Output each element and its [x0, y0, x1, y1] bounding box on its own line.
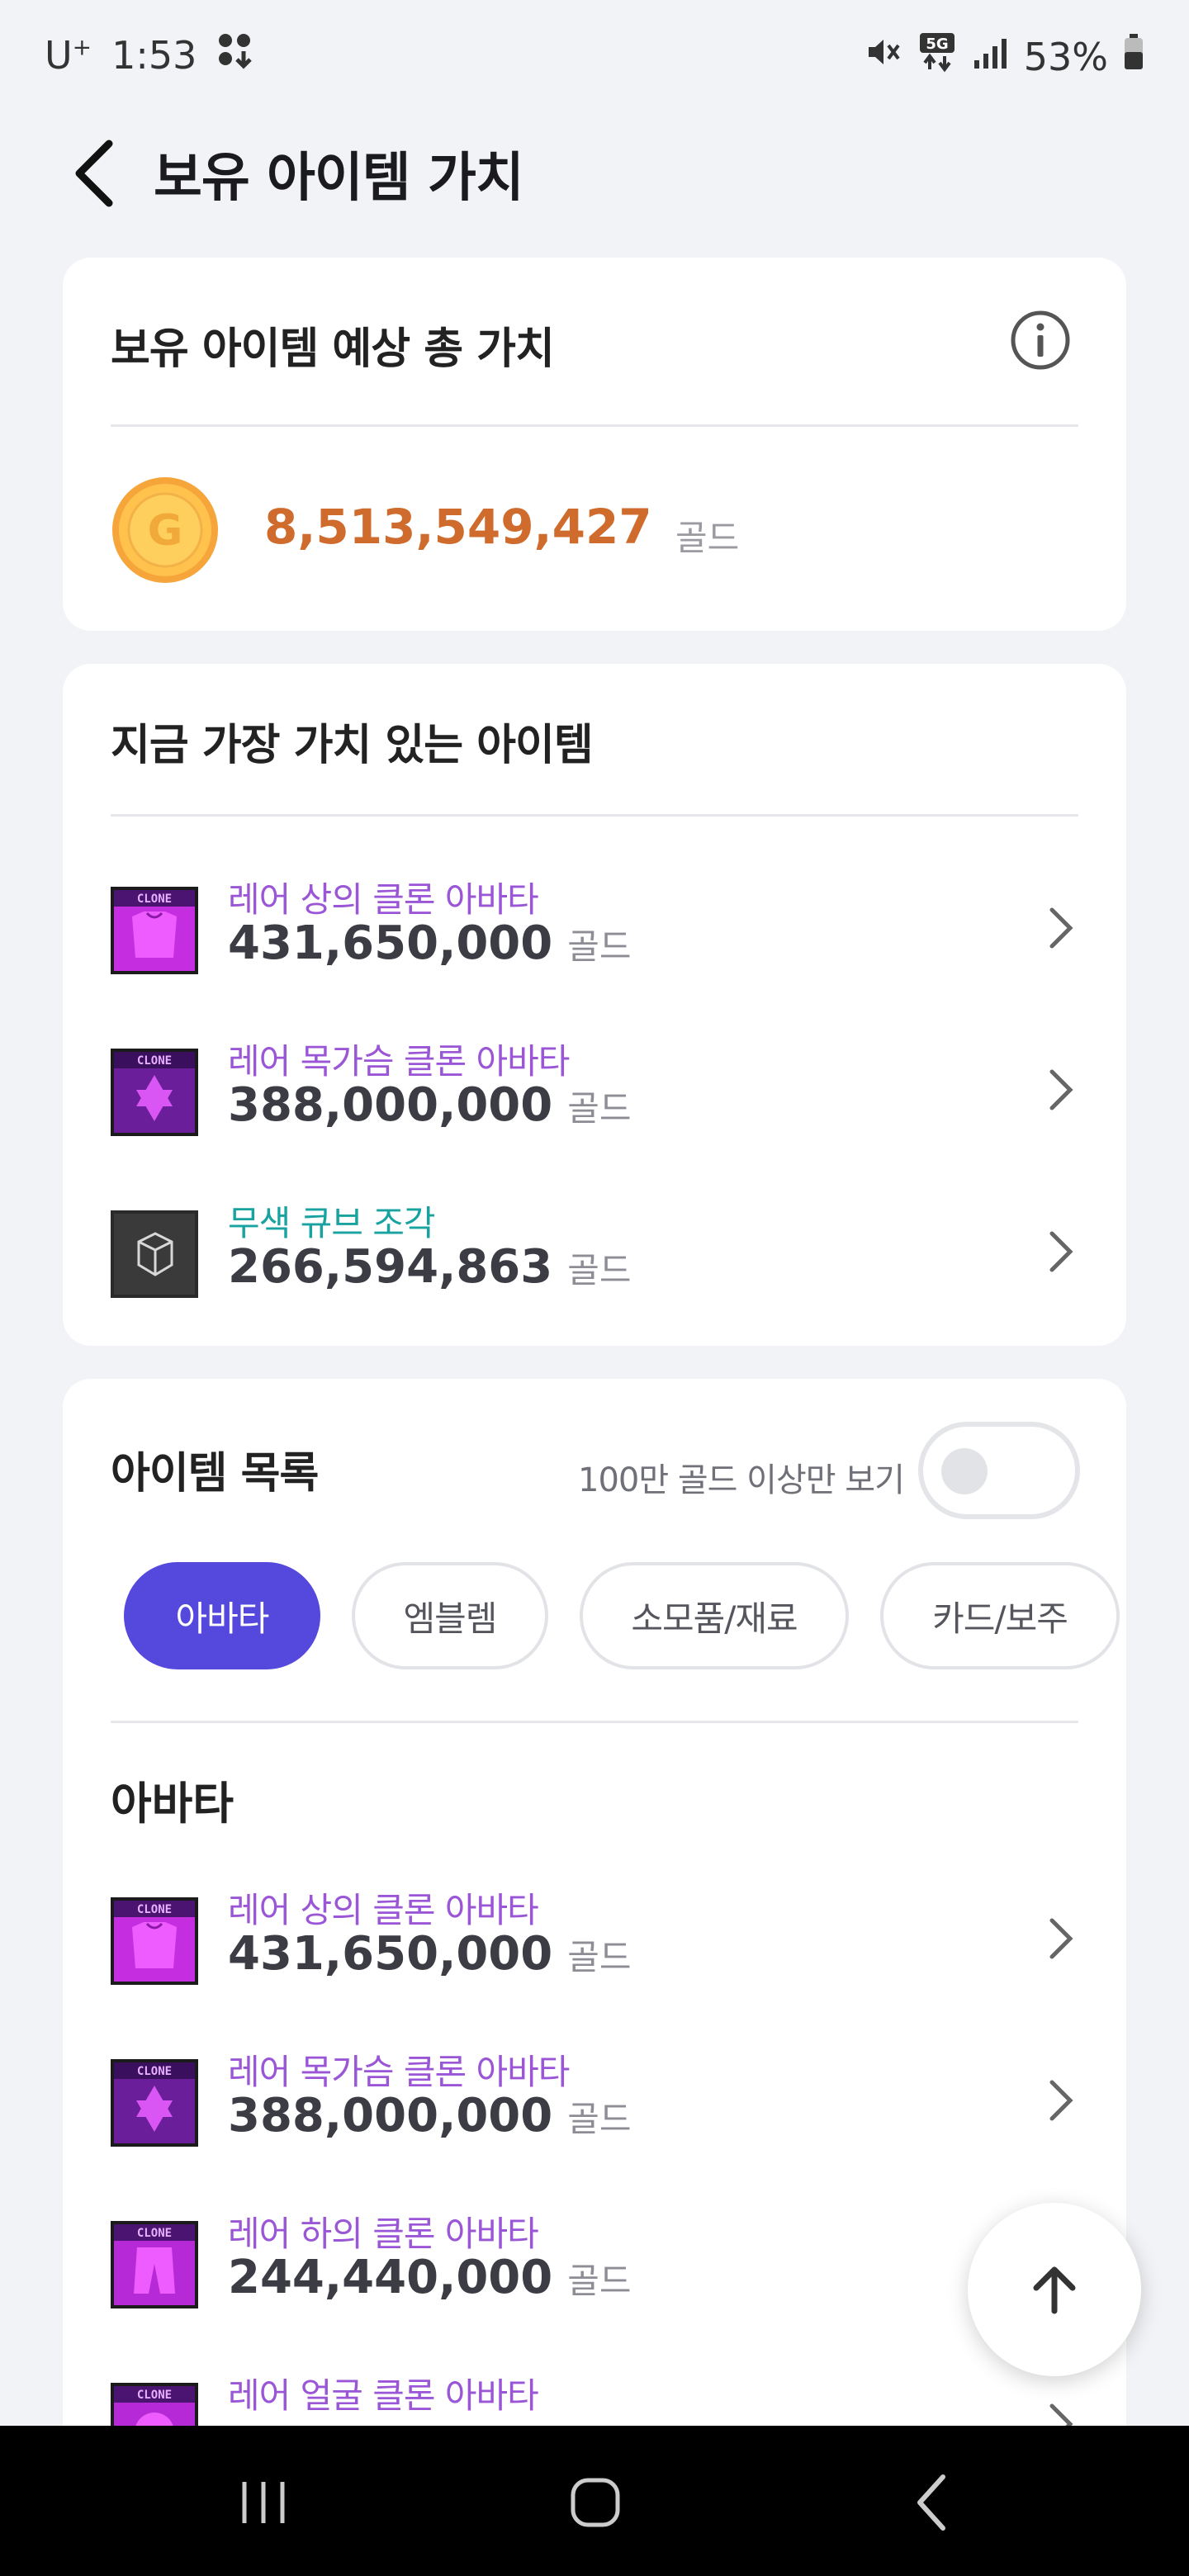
- top-items-card: 지금 가장 가치 있는 아이템 CLONE 레어 상의 클론 아바타 431,6…: [63, 664, 1126, 1346]
- total-value-title: 보유 아이템 예상 총 가치: [111, 324, 555, 374]
- tab-avatar[interactable]: 아바타: [124, 1562, 320, 1669]
- svg-text:G: G: [148, 506, 183, 556]
- item-price: 388,000,000 골드: [228, 1078, 632, 1132]
- chevron-left-icon: [75, 140, 113, 207]
- item-list-card: 아이템 목록 100만 골드 이상만 보기 아바타 엠블렘 소모품/재료 카드/…: [63, 1379, 1126, 2576]
- chevron-right-icon: [1049, 2080, 1073, 2121]
- divider: [111, 814, 1078, 817]
- svg-text:CLONE: CLONE: [137, 1054, 172, 1068]
- svg-text:CLONE: CLONE: [137, 2227, 172, 2240]
- signal-icon: [973, 35, 1009, 79]
- million-gold-filter-toggle[interactable]: [918, 1422, 1080, 1519]
- svg-text:CLONE: CLONE: [137, 893, 172, 906]
- item-list-title: 아이템 목록: [111, 1449, 319, 1499]
- top-item-row[interactable]: 무색 큐브 조각 266,594,863 골드: [111, 1182, 1093, 1323]
- clone-avatar-neck-thumbnail: CLONE: [111, 1049, 198, 1136]
- total-value-card: 보유 아이템 예상 총 가치 G 8,513,549,427 골드: [63, 258, 1126, 631]
- clone-avatar-bottom-thumbnail: CLONE: [111, 2221, 198, 2308]
- item-price: 266,594,863 골드: [228, 1240, 632, 1294]
- top-item-row[interactable]: CLONE 레어 목가슴 클론 아바타 388,000,000 골드: [111, 1020, 1093, 1161]
- back-button[interactable]: [66, 139, 124, 208]
- item-name: 레어 상의 클론 아바타: [228, 1890, 539, 1930]
- item-name: 레어 얼굴 클론 아바타: [228, 2375, 539, 2416]
- mute-icon: [865, 34, 902, 79]
- item-name: 레어 하의 클론 아바타: [228, 2214, 539, 2254]
- divider: [111, 1721, 1078, 1723]
- item-name: 무색 큐브 조각: [228, 1203, 436, 1243]
- status-bar: U+ 1:53 5G 53%: [0, 0, 1189, 107]
- cube-fragment-thumbnail: [111, 1210, 198, 1298]
- scroll-to-top-button[interactable]: [968, 2203, 1141, 2376]
- total-value: 8,513,549,427: [264, 499, 652, 555]
- svg-text:CLONE: CLONE: [137, 2065, 172, 2078]
- chevron-right-icon: [1049, 907, 1073, 949]
- arrow-up-icon: [1033, 2266, 1076, 2314]
- battery-percent: 53%: [1023, 34, 1108, 79]
- toggle-knob: [941, 1448, 988, 1494]
- item-price: 244,440,000 골드: [228, 2251, 632, 2304]
- recent-apps-button[interactable]: [226, 2465, 301, 2540]
- page-title: 보유 아이템 가치: [154, 148, 524, 209]
- total-value-unit: 골드: [675, 518, 740, 558]
- item-price: 431,650,000 골드: [228, 1927, 632, 1981]
- svg-text:CLONE: CLONE: [137, 2389, 172, 2402]
- item-price: 431,650,000 골드: [228, 916, 632, 970]
- home-icon: [571, 2478, 620, 2527]
- battery-icon: [1123, 34, 1144, 79]
- divider: [111, 424, 1078, 427]
- item-name: 레어 상의 클론 아바타: [228, 879, 539, 920]
- clone-avatar-top-thumbnail: CLONE: [111, 1897, 198, 1985]
- tab-emblem[interactable]: 엠블렘: [352, 1562, 548, 1669]
- item-name: 레어 목가슴 클론 아바타: [228, 1041, 570, 1082]
- list-item[interactable]: CLONE 레어 하의 클론 아바타 244,440,000 골드: [111, 2193, 1093, 2333]
- info-icon[interactable]: [1009, 309, 1072, 372]
- recent-apps-icon: [242, 2482, 285, 2523]
- system-navigation-bar: [0, 2426, 1189, 2576]
- carrier-label: U+: [45, 32, 92, 78]
- chevron-right-icon: [1049, 1918, 1073, 1959]
- item-price: 388,000,000 골드: [228, 2089, 632, 2143]
- filter-toggle-label: 100만 골드 이상만 보기: [578, 1461, 905, 1499]
- gold-coin-icon: G: [111, 476, 220, 585]
- top-items-title: 지금 가장 가치 있는 아이템: [111, 721, 594, 770]
- list-item[interactable]: CLONE 레어 상의 클론 아바타 431,650,000 골드: [111, 1869, 1093, 2010]
- section-heading: 아바타: [111, 1778, 234, 1830]
- chevron-right-icon: [1049, 1231, 1073, 1272]
- clone-avatar-neck-thumbnail: CLONE: [111, 2059, 198, 2147]
- back-arrow-icon: [917, 2474, 945, 2531]
- svg-text:CLONE: CLONE: [137, 1903, 172, 1916]
- home-button[interactable]: [558, 2465, 632, 2540]
- tab-consumables[interactable]: 소모품/재료: [580, 1562, 849, 1669]
- top-item-row[interactable]: CLONE 레어 상의 클론 아바타 431,650,000 골드: [111, 859, 1093, 999]
- clone-avatar-top-thumbnail: CLONE: [111, 887, 198, 974]
- item-name: 레어 목가슴 클론 아바타: [228, 2052, 570, 2092]
- clock: 1:53: [111, 32, 197, 78]
- system-back-button[interactable]: [893, 2465, 968, 2540]
- network-5g-icon: 5G: [917, 31, 958, 82]
- list-item[interactable]: CLONE 레어 목가슴 클론 아바타 388,000,000 골드: [111, 2031, 1093, 2171]
- notification-app-icon: [216, 31, 254, 78]
- category-tabs: 아바타 엠블렘 소모품/재료 카드/보주: [124, 1562, 1120, 1669]
- app-header: 보유 아이템 가치: [0, 124, 1189, 223]
- svg-text:5G: 5G: [926, 36, 948, 53]
- tab-cards[interactable]: 카드/보주: [880, 1562, 1120, 1669]
- chevron-right-icon: [1049, 1069, 1073, 1110]
